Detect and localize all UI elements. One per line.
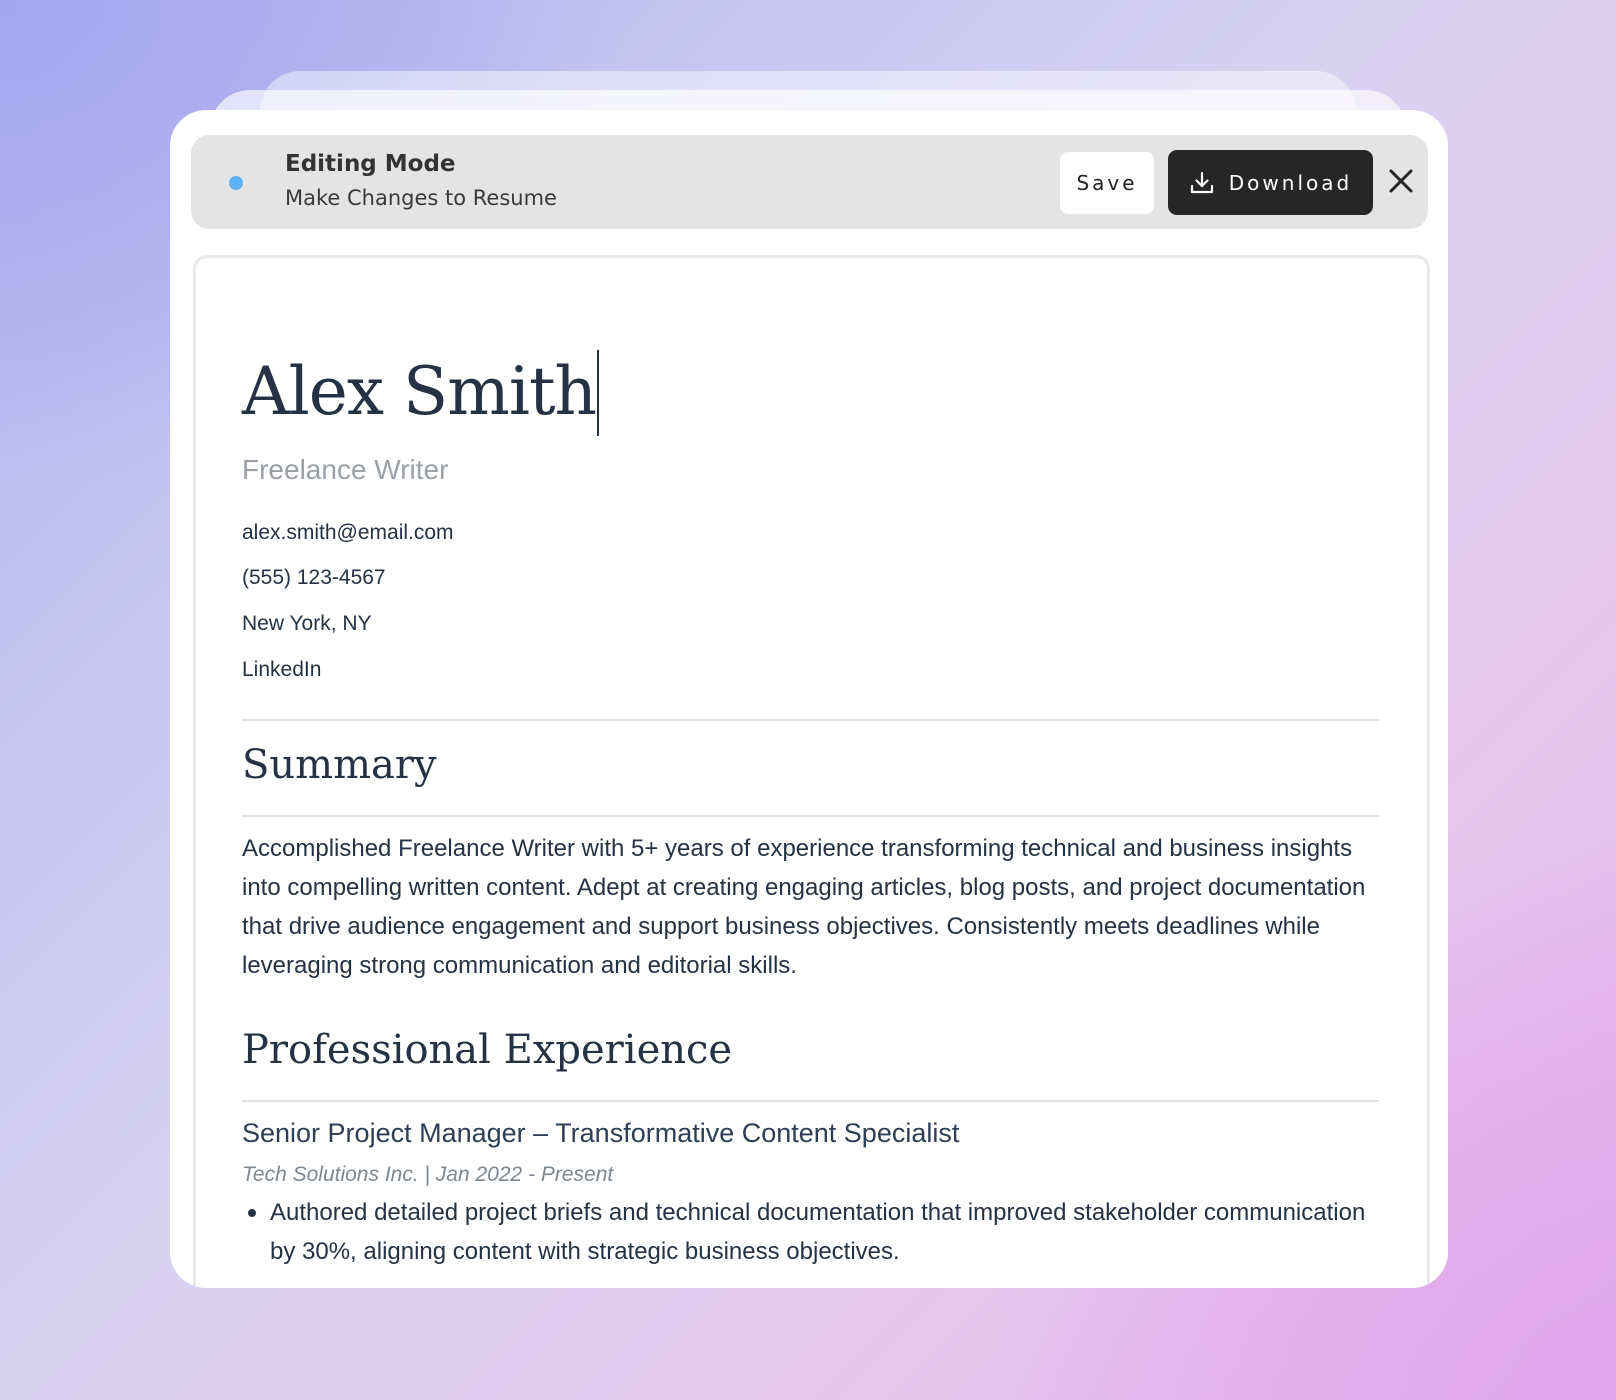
contact-email[interactable]: alex.smith@email.com <box>242 521 454 545</box>
resume-name[interactable]: Alex Smith <box>242 354 597 430</box>
bullet-text: Authored detailed project briefs and tec… <box>270 1199 1366 1265</box>
name-row: Alex Smith <box>242 350 599 436</box>
contact-phone[interactable]: (555) 123-4567 <box>242 566 386 590</box>
save-button-label: Save <box>1076 171 1138 195</box>
bullet-icon <box>248 1209 256 1217</box>
editing-mode-subtitle: Make Changes to Resume <box>285 186 557 210</box>
resume-document[interactable]: Alex Smith Freelance Writer alex.smith@e… <box>193 255 1430 1288</box>
editing-mode-title: Editing Mode <box>285 151 456 177</box>
contact-location[interactable]: New York, NY <box>242 612 372 636</box>
summary-divider <box>242 815 1379 817</box>
download-icon <box>1189 170 1215 196</box>
close-icon <box>1387 167 1415 200</box>
job-meta[interactable]: Tech Solutions Inc. | Jan 2022 - Present <box>242 1163 613 1187</box>
save-button[interactable]: Save <box>1060 152 1154 214</box>
download-button[interactable]: Download <box>1168 150 1373 215</box>
status-dot-icon <box>229 176 243 190</box>
summary-heading[interactable]: Summary <box>242 742 437 788</box>
list-item[interactable]: Authored detailed project briefs and tec… <box>242 1193 1379 1271</box>
experience-divider <box>242 1100 1379 1102</box>
header-divider <box>242 719 1379 721</box>
experience-heading[interactable]: Professional Experience <box>242 1027 732 1073</box>
contact-linkedin[interactable]: LinkedIn <box>242 658 321 682</box>
close-button[interactable] <box>1383 165 1419 201</box>
job-bullet-list: Authored detailed project briefs and tec… <box>242 1193 1379 1271</box>
download-button-label: Download <box>1228 170 1353 195</box>
resume-role[interactable]: Freelance Writer <box>242 454 448 486</box>
job-title[interactable]: Senior Project Manager – Transformative … <box>242 1118 959 1149</box>
editor-card: Editing Mode Make Changes to Resume Save… <box>170 110 1448 1288</box>
summary-text[interactable]: Accomplished Freelance Writer with 5+ ye… <box>242 829 1379 985</box>
text-cursor <box>596 350 599 436</box>
editing-toolbar: Editing Mode Make Changes to Resume Save… <box>191 135 1428 229</box>
